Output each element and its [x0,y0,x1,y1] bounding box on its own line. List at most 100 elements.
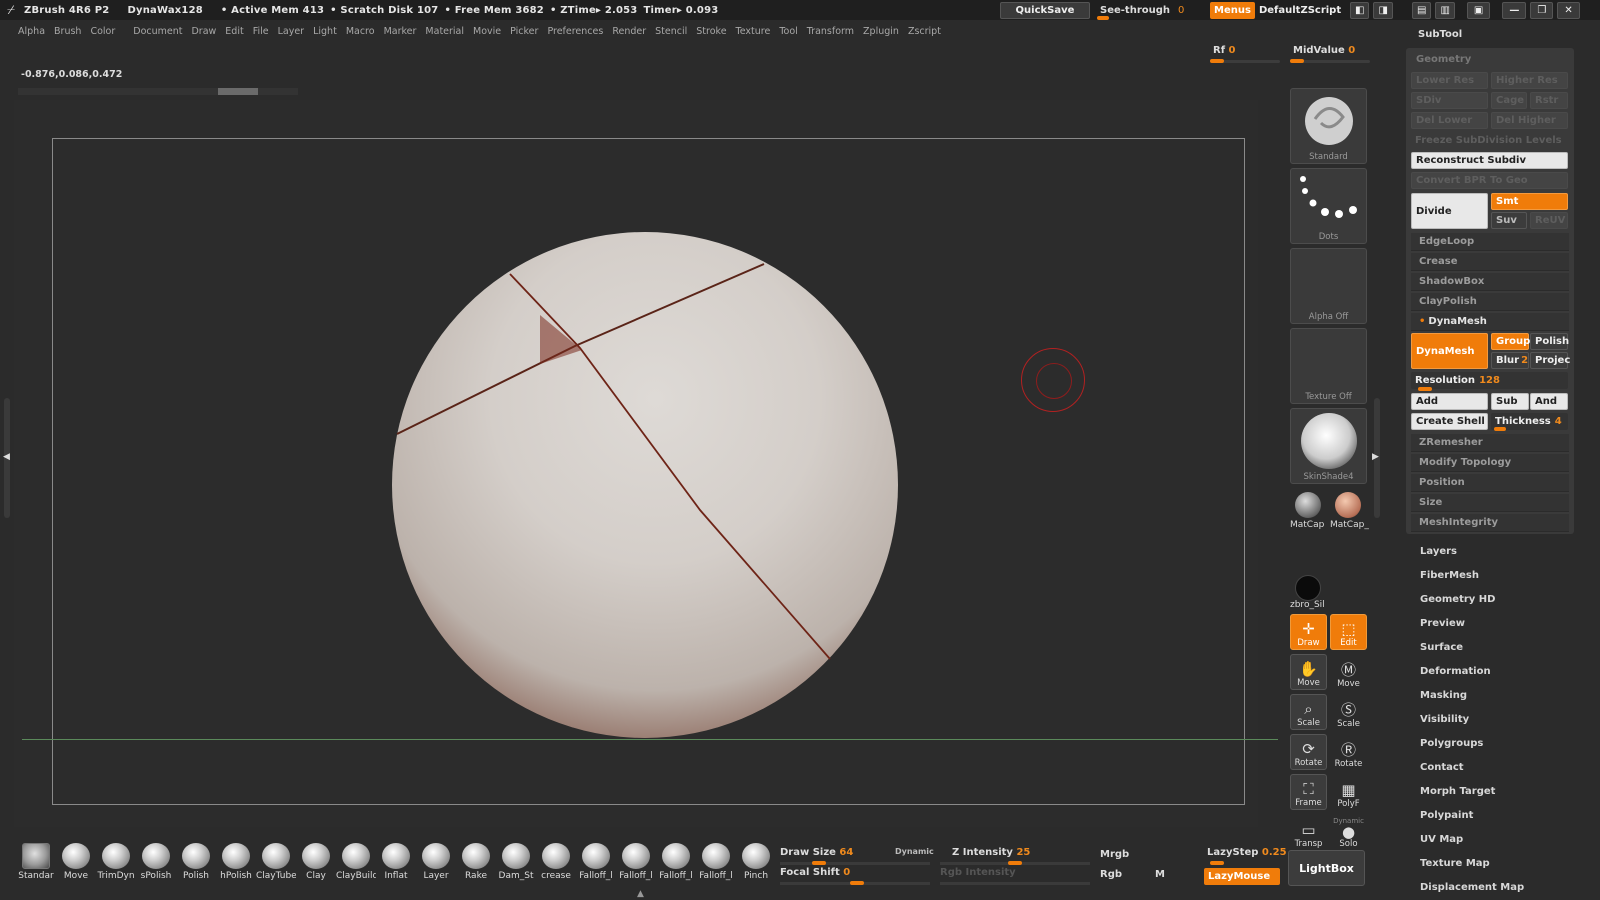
midvalue-knob[interactable] [1290,59,1304,63]
brush-layer[interactable]: Layer [416,843,456,889]
polyframe-button[interactable]: ▦ PolyF [1330,774,1367,810]
palette-deformation[interactable]: Deformation [1420,660,1590,684]
draw-size-slider[interactable]: Draw Size 64 [780,847,853,858]
dynamesh-button[interactable]: DynaMesh [1411,333,1488,369]
focal-shift-knob[interactable] [850,881,864,885]
palette-geometry-hd[interactable]: Geometry HD [1420,588,1590,612]
edit-mode-button[interactable]: ⬚ Edit [1330,614,1367,650]
brush-dam-standard[interactable]: Dam_St [496,843,536,889]
freeze-subdivision-button[interactable]: Freeze SubDivision Levels [1411,132,1568,149]
brush-hpolish[interactable]: hPolish [216,843,256,889]
brush-falloff-4[interactable]: Falloff_l [696,843,736,889]
palette-morph-target[interactable]: Morph Target [1420,780,1590,804]
midvalue-slider-label[interactable]: MidValue 0 [1293,45,1355,56]
palette-dock-icon[interactable]: ▤ [1412,2,1432,19]
alpha-thumbnail[interactable]: Alpha Off [1290,248,1367,324]
z-intensity-knob[interactable] [1008,861,1022,865]
crease-subpalette[interactable]: Crease [1411,253,1569,271]
palette-displacement-map[interactable]: Displacement Map [1420,876,1590,900]
move-mode-button[interactable]: ✋ Move [1290,654,1327,690]
close-icon[interactable]: ✕ [1557,2,1580,19]
frame-button[interactable]: ⛶ Frame [1290,774,1327,810]
lazymouse-toggle[interactable]: LazyMouse [1204,868,1280,885]
scale-gizmo-button[interactable]: Ⓢ Scale [1330,694,1367,730]
dynamic-size-toggle[interactable]: Dynamic [895,847,934,856]
brush-crease[interactable]: crease [536,843,576,889]
meshintegrity-subpalette[interactable]: MeshIntegrity [1411,514,1569,532]
layout-next-icon[interactable]: ◨ [1373,2,1393,19]
shadowbox-subpalette[interactable]: ShadowBox [1411,273,1569,291]
project-toggle[interactable]: Projec [1530,352,1570,369]
z-intensity-slider[interactable]: Z Intensity 25 [952,847,1030,858]
palette-popup-icon[interactable]: ▥ [1435,2,1455,19]
brush-rake[interactable]: Rake [456,843,496,889]
subtool-palette-title[interactable]: SubTool [1418,29,1462,40]
focal-shift-slider[interactable]: Focal Shift 0 [780,867,850,878]
brush-clay[interactable]: Clay [296,843,336,889]
brush-move[interactable]: Move [56,843,96,889]
dynamesh-sub-button[interactable]: Sub [1491,393,1529,410]
stroke-thumbnail[interactable]: Dots [1290,168,1367,244]
zremesher-subpalette[interactable]: ZRemesher [1411,434,1569,452]
modify-topology-subpalette[interactable]: Modify Topology [1411,454,1569,472]
lazystep-knob[interactable] [1210,861,1224,865]
matcap-gray-swatch[interactable] [1295,492,1321,518]
rotate-mode-button[interactable]: ⟳ Rotate [1290,734,1327,770]
palette-polygroups[interactable]: Polygroups [1420,732,1590,756]
brush-falloff-2[interactable]: Falloff_l [616,843,656,889]
divide-button[interactable]: Divide [1411,193,1488,229]
suv-toggle[interactable]: Suv [1491,212,1527,229]
palette-contact[interactable]: Contact [1420,756,1590,780]
draw-size-track[interactable] [780,862,930,865]
sdiv-slider[interactable]: SDiv [1411,92,1488,109]
shelf-scroll-arrow-icon[interactable]: ▲ [637,889,644,899]
resolution-slider[interactable]: Resolution 128 [1411,372,1568,389]
brush-claybuildup[interactable]: ClayBuild [336,843,376,889]
minimize-icon[interactable]: — [1502,2,1527,19]
palette-layers[interactable]: Layers [1420,540,1590,564]
palette-visibility[interactable]: Visibility [1420,708,1590,732]
position-subpalette[interactable]: Position [1411,474,1569,492]
geometry-header[interactable]: Geometry [1416,54,1471,65]
brush-thumbnail[interactable]: Standard [1290,88,1367,164]
del-higher-button[interactable]: Del Higher [1491,112,1568,129]
rgb-toggle[interactable]: Rgb [1100,869,1122,880]
edgeloop-subpalette[interactable]: EdgeLoop [1411,233,1569,251]
dynamesh-subpalette-header[interactable]: • DynaMesh [1411,313,1569,331]
m-toggle[interactable]: M [1155,869,1165,880]
dynamesh-add-button[interactable]: Add [1411,393,1488,410]
palette-masking[interactable]: Masking [1420,684,1590,708]
brush-inflat[interactable]: Inflat [376,843,416,889]
palette-uv-map[interactable]: UV Map [1420,828,1590,852]
lock-icon[interactable]: ▣ [1466,2,1491,19]
brush-falloff-3[interactable]: Falloff_l [656,843,696,889]
palette-fibermesh[interactable]: FiberMesh [1420,564,1590,588]
brush-claytubes[interactable]: ClayTube [256,843,296,889]
thickness-knob[interactable] [1494,427,1506,431]
left-tray-arrow-icon[interactable]: ◀ [3,452,10,462]
resolution-knob[interactable] [1418,387,1432,391]
right-tray-arrow-icon[interactable]: ▶ [1372,452,1379,462]
rgb-intensity-track[interactable] [940,882,1090,885]
size-subpalette[interactable]: Size [1411,494,1569,512]
move-gizmo-button[interactable]: Ⓜ Move [1330,654,1367,690]
transparency-button[interactable]: ▭ Transp [1290,814,1327,850]
lightbox-button[interactable]: LightBox [1288,850,1365,886]
dynamesh-and-button[interactable]: And [1530,393,1568,410]
scale-mode-button[interactable]: ⌕ Scale [1290,694,1327,730]
palette-surface[interactable]: Surface [1420,636,1590,660]
rstr-button[interactable]: Rstr [1530,92,1568,109]
solo-button[interactable]: Dynamic ● Solo [1330,814,1367,850]
color-swatch[interactable] [1295,575,1321,601]
claypolish-subpalette[interactable]: ClayPolish [1411,293,1569,311]
del-lower-button[interactable]: Del Lower [1411,112,1488,129]
convert-bpr-button[interactable]: Convert BPR To Geo [1411,172,1568,189]
texture-thumbnail[interactable]: Texture Off [1290,328,1367,404]
reuv-button[interactable]: ReUV [1530,212,1568,229]
brush-standard[interactable]: Standar [16,843,56,889]
brush-trimdyn[interactable]: TrimDyn [96,843,136,889]
lower-res-button[interactable]: Lower Res [1411,72,1488,89]
lazystep-slider[interactable]: LazyStep 0.25 [1207,847,1287,858]
mrgb-toggle[interactable]: Mrgb [1100,849,1129,860]
material-thumbnail[interactable]: SkinShade4 [1290,408,1367,484]
